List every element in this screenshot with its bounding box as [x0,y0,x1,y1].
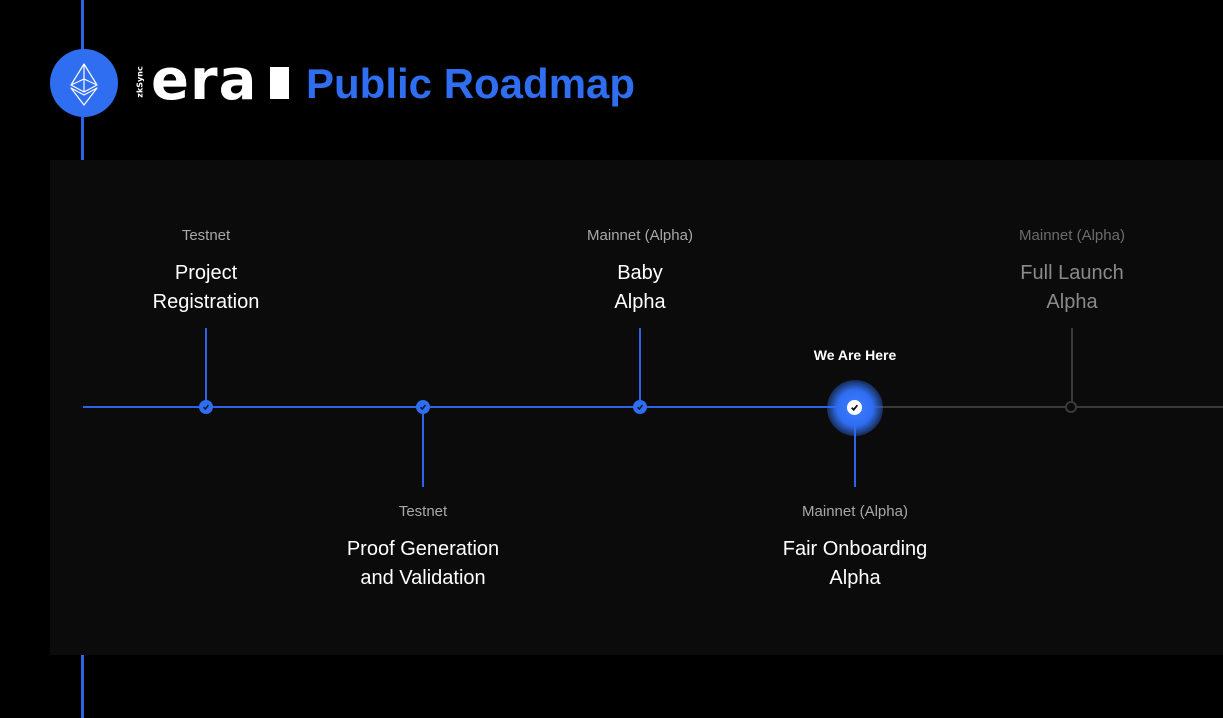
milestone-full-launch: Mainnet (Alpha) Full Launch Alpha [962,227,1182,317]
milestone-title: Fair Onboarding Alpha [745,535,965,593]
brand-era-wordmark: era [151,48,258,113]
milestone-check-dot [199,400,213,414]
milestone-category: Mainnet (Alpha) [802,503,908,520]
milestone-fair-onboarding: Mainnet (Alpha) Fair Onboarding Alpha [745,503,965,593]
milestone-title-line: Baby [617,262,663,284]
we-are-here-label: We Are Here [813,347,897,363]
check-icon [636,404,644,411]
check-icon [419,404,427,411]
ethereum-icon [70,63,98,106]
milestone-stem [639,328,641,408]
milestone-title: Proof Generation and Validation [313,535,533,593]
milestone-title-line: Alpha [1046,291,1098,313]
milestone-title-line: Proof Generation [346,538,500,560]
milestone-stem [422,408,424,487]
page-title: Public Roadmap [306,60,636,107]
milestone-title-line: Alpha [614,291,666,313]
milestone-title-line: Full Launch [1020,262,1124,284]
timeline-track-upcoming [855,406,1223,408]
check-icon [851,404,859,412]
milestone-project-registration: Testnet Project Registration [96,227,316,317]
milestone-title-line: Project [174,262,238,284]
milestone-stem [1071,328,1073,408]
milestone-title: Project Registration [96,259,316,317]
check-icon [202,404,210,411]
milestone-proof-generation: Testnet Proof Generation and Validation [313,503,533,593]
milestone-check-dot [633,400,647,414]
milestone-category: Mainnet (Alpha) [1019,227,1125,244]
milestone-category: Mainnet (Alpha) [587,227,693,244]
milestone-check-dot [416,400,430,414]
milestone-title-line: Registration [152,291,260,313]
milestone-pending-dot [1065,401,1077,413]
milestone-baby-alpha: Mainnet (Alpha) Baby Alpha [530,227,750,317]
milestone-title-line: Fair Onboarding [782,538,928,560]
brand-zksync-label: zkSync [128,62,152,102]
milestone-stem [205,328,207,408]
brand-zksync-text: zkSync [135,66,145,98]
milestone-title-line: Alpha [829,567,881,589]
milestone-title: Full Launch Alpha [962,259,1182,317]
current-position-marker [847,400,862,415]
ethereum-logo [50,49,118,117]
milestone-category: Testnet [181,227,231,244]
milestone-title-line: and Validation [360,567,486,589]
milestone-category: Testnet [398,503,448,520]
milestone-title: Baby Alpha [530,259,750,317]
brand-block-mark [270,67,289,99]
